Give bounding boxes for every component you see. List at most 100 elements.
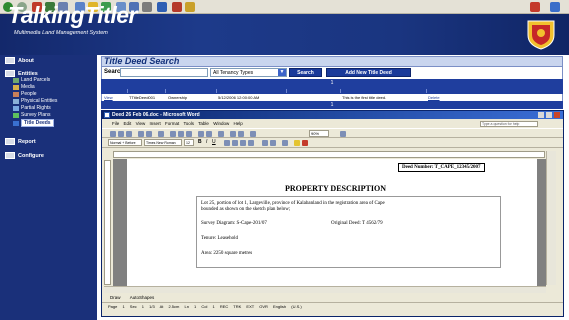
word-icon[interactable] <box>157 2 167 12</box>
report-icon <box>5 138 15 145</box>
land-parcels-icon <box>13 77 19 83</box>
sidebar-item-physical-entities[interactable]: Physical Entities <box>13 98 57 104</box>
paste-icon[interactable] <box>186 131 192 137</box>
numbering-icon[interactable] <box>262 140 268 146</box>
sidebar-item-land-parcels[interactable]: Land Parcels <box>13 77 50 83</box>
close-icon[interactable] <box>554 112 560 118</box>
mail-menu-icon[interactable] <box>530 2 540 12</box>
delete-link[interactable]: Delete <box>428 95 440 100</box>
menu-insert[interactable]: Insert <box>150 121 161 126</box>
italic-icon[interactable]: I <box>206 139 207 145</box>
deed-cell: TTitleDeed001 <box>129 95 156 100</box>
bullets-icon[interactable] <box>270 140 276 146</box>
menu-help[interactable]: Help <box>233 121 242 126</box>
view-link[interactable]: View <box>104 95 113 100</box>
chevron-down-icon[interactable]: ▼ <box>278 69 286 76</box>
survey-diagram-text: Survey Diagram: S-Cape-201/07 <box>201 221 267 226</box>
maximize-icon[interactable] <box>546 112 552 118</box>
nav-report[interactable]: Report <box>5 138 36 145</box>
style-select[interactable]: Normal + Before <box>108 139 142 146</box>
add-title-deed-button[interactable]: Add New Title Deed <box>326 68 411 77</box>
table-icon[interactable] <box>230 131 236 137</box>
menu-view[interactable]: View <box>136 121 146 126</box>
highlight-icon[interactable] <box>294 140 300 146</box>
zoom-select[interactable]: 90% <box>309 130 329 137</box>
formatting-toolbar: Normal + Before Times New Roman 12 B I U <box>102 138 563 148</box>
indent-icon[interactable] <box>282 140 288 146</box>
menu-table[interactable]: Table <box>198 121 209 126</box>
nav-entities[interactable]: Entities <box>5 70 38 77</box>
document-heading: PROPERTY DESCRIPTION <box>285 184 386 193</box>
redo-icon[interactable] <box>206 131 212 137</box>
save-icon[interactable] <box>126 131 132 137</box>
bold-icon[interactable]: B <box>198 139 202 145</box>
new-document-icon[interactable] <box>110 131 116 137</box>
horizontal-scrollbar[interactable] <box>104 286 546 293</box>
app-subtitle: Multimedia Land Management System <box>14 30 108 36</box>
align-left-icon[interactable] <box>224 140 230 146</box>
underline-icon[interactable]: U <box>212 139 216 145</box>
font-color-icon[interactable] <box>302 140 308 146</box>
word-title-bar: Deed 26 Feb 06.doc - Microsoft Word <box>102 111 563 119</box>
survey-plans-icon <box>13 112 19 118</box>
menu-window[interactable]: Window <box>213 121 229 126</box>
drawing-icon[interactable] <box>250 131 256 137</box>
tenancy-type-select[interactable]: All Tenancy Types ▼ <box>210 68 287 77</box>
cut-icon[interactable] <box>170 131 176 137</box>
menu-edit[interactable]: Edit <box>124 121 132 126</box>
print-icon[interactable] <box>138 131 144 137</box>
media-icon <box>13 84 19 90</box>
font-select[interactable]: Times New Roman <box>144 139 182 146</box>
tenure-text: Tenure: Leasehold <box>201 236 238 241</box>
open-icon[interactable] <box>118 131 124 137</box>
deed-number-box: Deed Number: T_CAPE_12345/2007 <box>398 163 485 172</box>
align-center-icon[interactable] <box>232 140 238 146</box>
draw-menu[interactable]: Draw <box>110 295 121 300</box>
area-text: Area: 2250 square metres <box>201 251 253 256</box>
messenger-icon[interactable] <box>172 2 182 12</box>
windows-flag-icon <box>550 2 560 12</box>
columns-icon[interactable] <box>238 131 244 137</box>
undo-icon[interactable] <box>198 131 204 137</box>
print-preview-icon[interactable] <box>146 131 152 137</box>
copy-icon[interactable] <box>178 131 184 137</box>
search-button[interactable]: Search <box>289 68 322 77</box>
autoshapes-menu[interactable]: AutoShapes <box>130 295 155 300</box>
nav-about[interactable]: About <box>5 57 34 64</box>
crest-logo <box>527 20 555 50</box>
description-cell: This is the first title deed. <box>342 95 387 100</box>
sidebar-item-partial-rights[interactable]: Partial Rights <box>13 105 51 111</box>
print-icon[interactable] <box>142 2 152 12</box>
word-app-icon <box>104 112 110 118</box>
sidebar-item-survey-plans[interactable]: Survey Plans <box>13 112 50 118</box>
date-cell: 5/12/2006 12:00:00 AM <box>218 95 260 100</box>
nav-configure[interactable]: Configure <box>5 152 44 159</box>
sidebar-item-media[interactable]: Media <box>13 84 35 90</box>
spelling-icon[interactable] <box>158 131 164 137</box>
drawing-toolbar: Draw AutoShapes <box>102 293 563 303</box>
research-icon[interactable] <box>185 2 195 12</box>
help-question-box[interactable]: Type a question for help <box>480 121 538 127</box>
physical-entities-icon <box>13 98 19 104</box>
vertical-scrollbar[interactable] <box>546 151 556 285</box>
hyperlink-icon[interactable] <box>218 131 224 137</box>
search-input[interactable] <box>120 68 208 77</box>
app-title: TalkingTitler <box>8 2 137 28</box>
pager-bottom[interactable]: 1 <box>101 101 563 109</box>
menu-tools[interactable]: Tools <box>183 121 194 126</box>
sidebar-item-title-deeds[interactable]: Title Deeds <box>13 119 54 127</box>
font-size-select[interactable]: 12 <box>184 139 194 146</box>
configure-icon <box>5 152 15 159</box>
help-icon[interactable] <box>340 131 346 137</box>
sidebar-item-people[interactable]: People <box>13 91 37 97</box>
minimize-icon[interactable] <box>538 112 544 118</box>
menu-file[interactable]: File <box>112 121 119 126</box>
menu-format[interactable]: Format <box>165 121 179 126</box>
page-title: Title Deed Search <box>104 56 180 66</box>
paragraph-line-1: Lot 25, portion of lot 1, Largeville, pr… <box>201 201 385 206</box>
type-cell: Ownership <box>168 95 188 100</box>
horizontal-ruler[interactable] <box>113 151 545 158</box>
justify-icon[interactable] <box>248 140 254 146</box>
pager-top[interactable]: 1 <box>101 79 563 88</box>
align-right-icon[interactable] <box>240 140 246 146</box>
